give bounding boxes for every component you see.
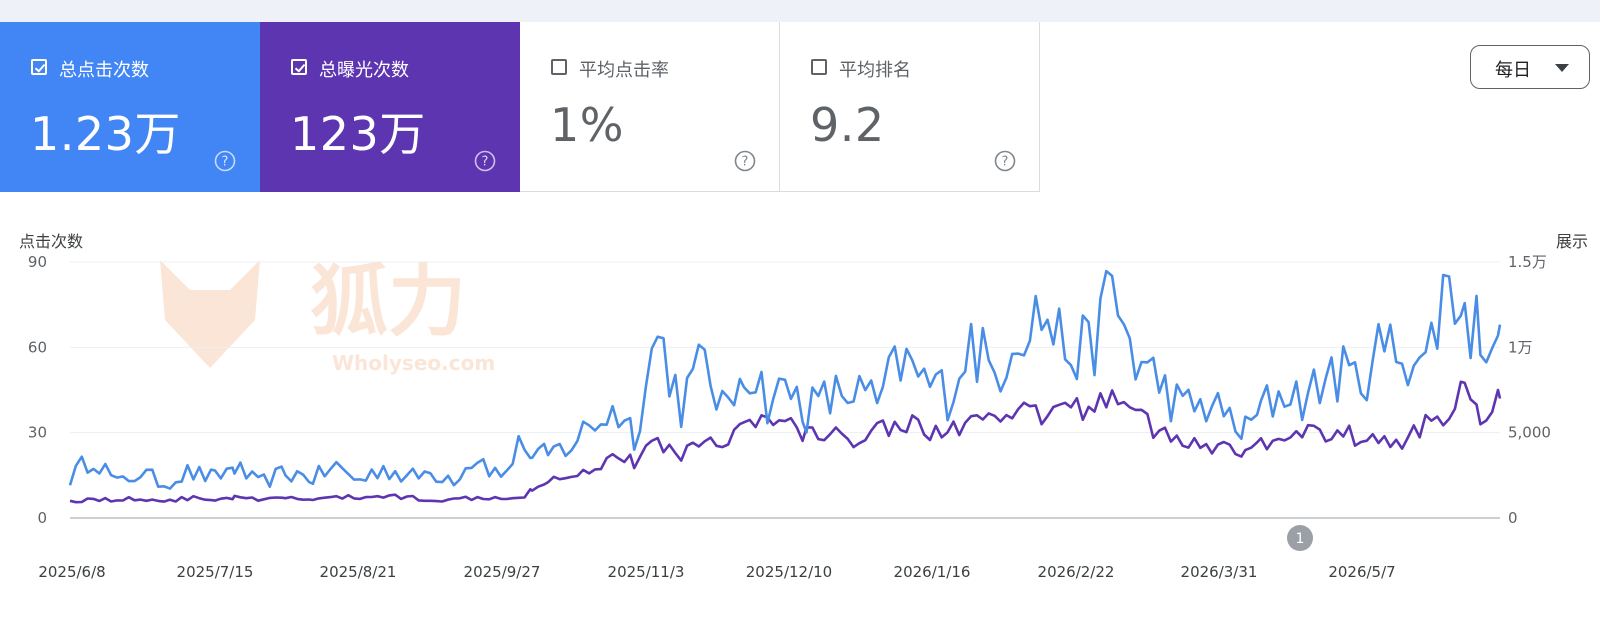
y-left-tick-label: 60 [28, 338, 47, 356]
help-icon[interactable]: ? [994, 150, 1016, 172]
metric-label: 总曝光次数 [319, 60, 409, 81]
checkmark-icon [34, 63, 46, 73]
metric-card-impressions[interactable]: 总曝光次数 123万 ? [260, 22, 520, 192]
x-tick-label: 2026/5/7 [1328, 563, 1395, 581]
performance-chart: 0 30 60 90 0 5,000 1万 1.5万 2025/6/8 2025/7/15 20… [28, 253, 1551, 581]
checkbox-icon[interactable] [551, 59, 567, 75]
y-right-tick-label: 1万 [1508, 338, 1533, 356]
y-right-tick-label: 1.5万 [1508, 253, 1547, 271]
chevron-down-icon [1555, 64, 1569, 72]
checkmark-icon [294, 63, 306, 73]
granularity-select[interactable]: 每日 [1470, 45, 1590, 89]
y-left-tick-label: 90 [28, 253, 47, 271]
metric-value: 1.23万 [30, 107, 181, 161]
checkbox-icon[interactable] [31, 59, 47, 75]
svg-text:?: ? [742, 155, 749, 170]
metric-label: 平均排名 [839, 60, 911, 81]
y-left-tick-label: 0 [37, 509, 47, 527]
x-tick-label: 2026/1/16 [894, 563, 971, 581]
metric-card-ctr[interactable]: 平均点击率 1% ? [520, 22, 780, 192]
x-tick-label: 2025/12/10 [746, 563, 832, 581]
y-right-tick-label: 5,000 [1508, 424, 1551, 442]
help-icon[interactable]: ? [214, 150, 236, 172]
metric-value: 1% [550, 98, 624, 152]
metric-cards: 总点击次数 1.23万 ? 总曝光次数 123万 ? 平均点击率 1% ? 平均… [0, 22, 1040, 192]
granularity-value: 每日 [1495, 60, 1531, 81]
metric-card-clicks[interactable]: 总点击次数 1.23万 ? [0, 22, 260, 192]
y-left-tick-label: 30 [28, 424, 47, 442]
annotation-marker-label: 1 [1296, 531, 1305, 547]
svg-text:?: ? [222, 155, 229, 170]
help-icon[interactable]: ? [734, 150, 756, 172]
x-tick-label: 2025/11/3 [608, 563, 685, 581]
metric-label: 总点击次数 [59, 60, 149, 81]
y-right-tick-label: 0 [1508, 509, 1518, 527]
help-icon[interactable]: ? [474, 150, 496, 172]
svg-text:?: ? [1002, 155, 1009, 170]
metric-value: 123万 [290, 107, 426, 161]
metric-label: 平均点击率 [579, 60, 669, 81]
x-tick-label: 2026/3/31 [1181, 563, 1258, 581]
x-tick-label: 2025/7/15 [177, 563, 254, 581]
x-tick-label: 2025/8/21 [320, 563, 397, 581]
checkbox-icon[interactable] [811, 59, 827, 75]
checkbox-icon[interactable] [291, 59, 307, 75]
metric-value: 9.2 [810, 98, 885, 152]
annotation-marker[interactable]: 1 [1287, 525, 1313, 551]
svg-text:?: ? [482, 155, 489, 170]
x-tick-label: 2025/6/8 [38, 563, 105, 581]
x-tick-label: 2026/2/22 [1038, 563, 1115, 581]
series-line-impressions [69, 380, 1502, 504]
series-line-clicks [68, 269, 1502, 490]
metric-card-position[interactable]: 平均排名 9.2 ? [780, 22, 1040, 192]
x-tick-label: 2025/9/27 [464, 563, 541, 581]
